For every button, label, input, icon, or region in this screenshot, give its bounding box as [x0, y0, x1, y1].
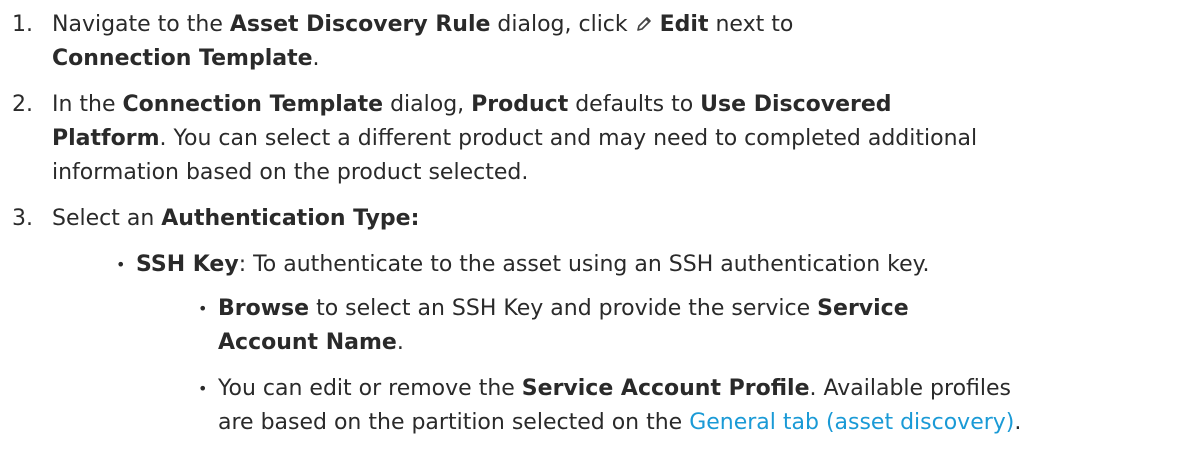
bullet-profile-line-2: are based on the partition selected on t…	[218, 406, 1178, 440]
bullet-profile-line-1: You can edit or remove the Service Accou…	[218, 372, 1178, 406]
bullet-ssh-key: SSH Key: To authenticate to the asset us…	[136, 248, 1176, 282]
connection-template-label: Connection Template	[52, 46, 313, 71]
text: defaults to	[568, 92, 701, 117]
step-1-line-1: Navigate to the Asset Discovery Rule dia…	[52, 8, 1162, 42]
step-number: 3.	[12, 206, 33, 231]
text: In the	[52, 92, 123, 117]
general-tab-link[interactable]: General tab (asset discovery)	[689, 410, 1014, 435]
edit-label: Edit	[659, 12, 709, 37]
text: to select an SSH Key and provide the ser…	[309, 296, 818, 321]
step-1-line-2: Connection Template.	[52, 42, 1162, 76]
text: .	[1014, 410, 1022, 435]
bullet-browse-line-2: Account Name.	[218, 326, 1178, 360]
document: 1. Navigate to the Asset Discovery Rule …	[0, 0, 1183, 450]
connection-template-label: Connection Template	[122, 92, 384, 117]
bullet-dot: •	[198, 379, 208, 398]
pencil-icon	[635, 10, 653, 31]
text: are based on the partition selected on t…	[218, 410, 690, 435]
text: next to	[708, 12, 794, 37]
text: . You can select a different product and…	[159, 126, 978, 151]
text: .	[312, 46, 320, 71]
step-number: 1.	[12, 12, 33, 37]
bullet-dot: •	[116, 255, 126, 274]
ssh-key-label: SSH Key	[136, 252, 239, 277]
service-label: Service	[817, 296, 909, 321]
bullet-dot: •	[198, 299, 208, 318]
product-label: Product	[471, 92, 569, 117]
step-2-line-3: information based on the product selecte…	[52, 160, 529, 185]
bullet-browse-line-1: Browse to select an SSH Key and provide …	[218, 292, 1178, 326]
platform-label: Platform	[52, 126, 160, 151]
service-account-profile-label: Service Account Profile	[521, 376, 810, 401]
text: : To authenticate to the asset using an …	[238, 252, 930, 277]
authentication-type-label: Authentication Type:	[161, 206, 420, 231]
text: Navigate to the	[52, 12, 230, 37]
step-number: 2.	[12, 92, 33, 117]
step-3-line-1: Select an Authentication Type:	[52, 202, 1162, 236]
text: You can edit or remove the	[218, 376, 522, 401]
text: dialog,	[383, 92, 472, 117]
text: . Available profiles	[809, 376, 1012, 401]
step-2-line-2: Platform. You can select a different pro…	[52, 122, 1162, 156]
account-name-label: Account Name	[218, 330, 397, 355]
step-2-line-1: In the Connection Template dialog, Produ…	[52, 88, 1162, 122]
use-discovered-label: Use Discovered	[700, 92, 892, 117]
text: Select an	[52, 206, 162, 231]
text: dialog, click	[490, 12, 635, 37]
browse-label: Browse	[218, 296, 310, 321]
asset-discovery-rule-label: Asset Discovery Rule	[229, 12, 491, 37]
text: .	[396, 330, 404, 355]
